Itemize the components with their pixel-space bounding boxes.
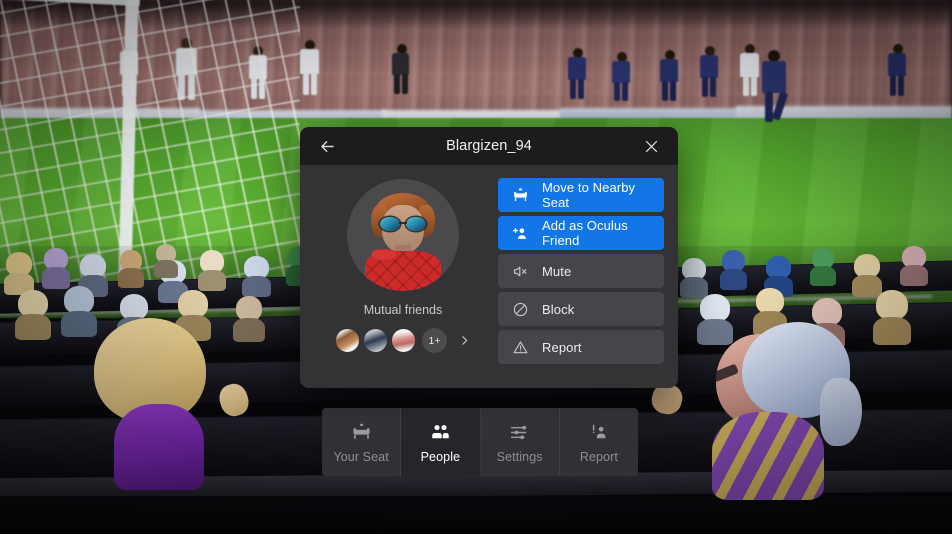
people-icon <box>430 421 451 443</box>
avatar-lens-right <box>406 217 426 231</box>
back-button[interactable] <box>308 127 346 165</box>
nav-tab-settings[interactable]: Settings <box>480 408 560 476</box>
seat-icon <box>351 421 372 443</box>
mutual-friends-next-button[interactable] <box>458 334 471 347</box>
warning-triangle-icon <box>509 336 531 358</box>
avatar <box>347 179 459 291</box>
mutual-friend-avatar[interactable] <box>391 328 416 353</box>
report-button[interactable]: Report <box>498 330 664 364</box>
avatar-sunglasses <box>380 217 426 231</box>
nav-label: Settings <box>496 449 543 464</box>
profile-column: Mutual friends 1+ <box>314 177 492 388</box>
circle-slash-icon <box>509 298 531 320</box>
nav-tab-your-seat[interactable]: Your Seat <box>322 408 402 476</box>
action-label: Mute <box>542 263 572 279</box>
report-person-icon <box>588 421 609 443</box>
avatar-collar <box>371 249 397 261</box>
nav-tab-people[interactable]: People <box>401 408 481 476</box>
bottom-navigation: Your Seat People Settings Report <box>322 408 638 476</box>
mutual-friends-row: 1+ <box>335 328 471 353</box>
foreground-floor <box>0 496 952 534</box>
actions-list: Move to Nearby Seat Add as Oculus Friend <box>492 177 664 388</box>
panel-titlebar: Blargizen_94 <box>300 127 678 165</box>
panel-body: Mutual friends 1+ Move to Nearby Seat Ad… <box>300 165 678 388</box>
seat-icon <box>509 184 531 206</box>
speaker-mute-icon <box>509 260 531 282</box>
close-button[interactable] <box>632 127 670 165</box>
user-profile-panel: Blargizen_94 Mutual friends 1+ Move to N… <box>300 127 678 388</box>
add-person-icon <box>509 222 531 244</box>
nav-label: People <box>420 449 461 464</box>
avatar-lens-left <box>380 217 400 231</box>
avatar-glasses-bridge <box>399 222 407 224</box>
nav-tab-report[interactable]: Report <box>559 408 638 476</box>
action-label: Add as Oculus Friend <box>542 218 628 248</box>
net-mesh <box>0 0 300 284</box>
goal-net <box>0 0 300 284</box>
nav-label: Your Seat <box>333 449 389 464</box>
action-label: Report <box>542 339 582 355</box>
action-label: Block <box>542 301 575 317</box>
arrow-left-icon <box>320 140 334 152</box>
move-to-nearby-seat-button[interactable]: Move to Nearby Seat <box>498 178 664 212</box>
add-as-oculus-friend-button[interactable]: Add as Oculus Friend <box>498 216 664 250</box>
mutual-friend-avatar[interactable] <box>335 328 360 353</box>
sliders-icon <box>509 421 530 443</box>
panel-title: Blargizen_94 <box>446 138 532 154</box>
mute-button[interactable]: Mute <box>498 254 664 288</box>
mutual-friends-label: Mutual friends <box>363 303 443 317</box>
close-icon <box>645 140 657 152</box>
screen: Blargizen_94 Mutual friends 1+ Move to N… <box>0 0 952 534</box>
mutual-friend-avatar[interactable] <box>363 328 388 353</box>
nav-label: Report <box>579 449 618 464</box>
action-label: Move to Nearby Seat <box>542 180 636 210</box>
chevron-right-icon <box>462 336 468 345</box>
mutual-friends-more-badge[interactable]: 1+ <box>422 328 447 353</box>
block-button[interactable]: Block <box>498 292 664 326</box>
